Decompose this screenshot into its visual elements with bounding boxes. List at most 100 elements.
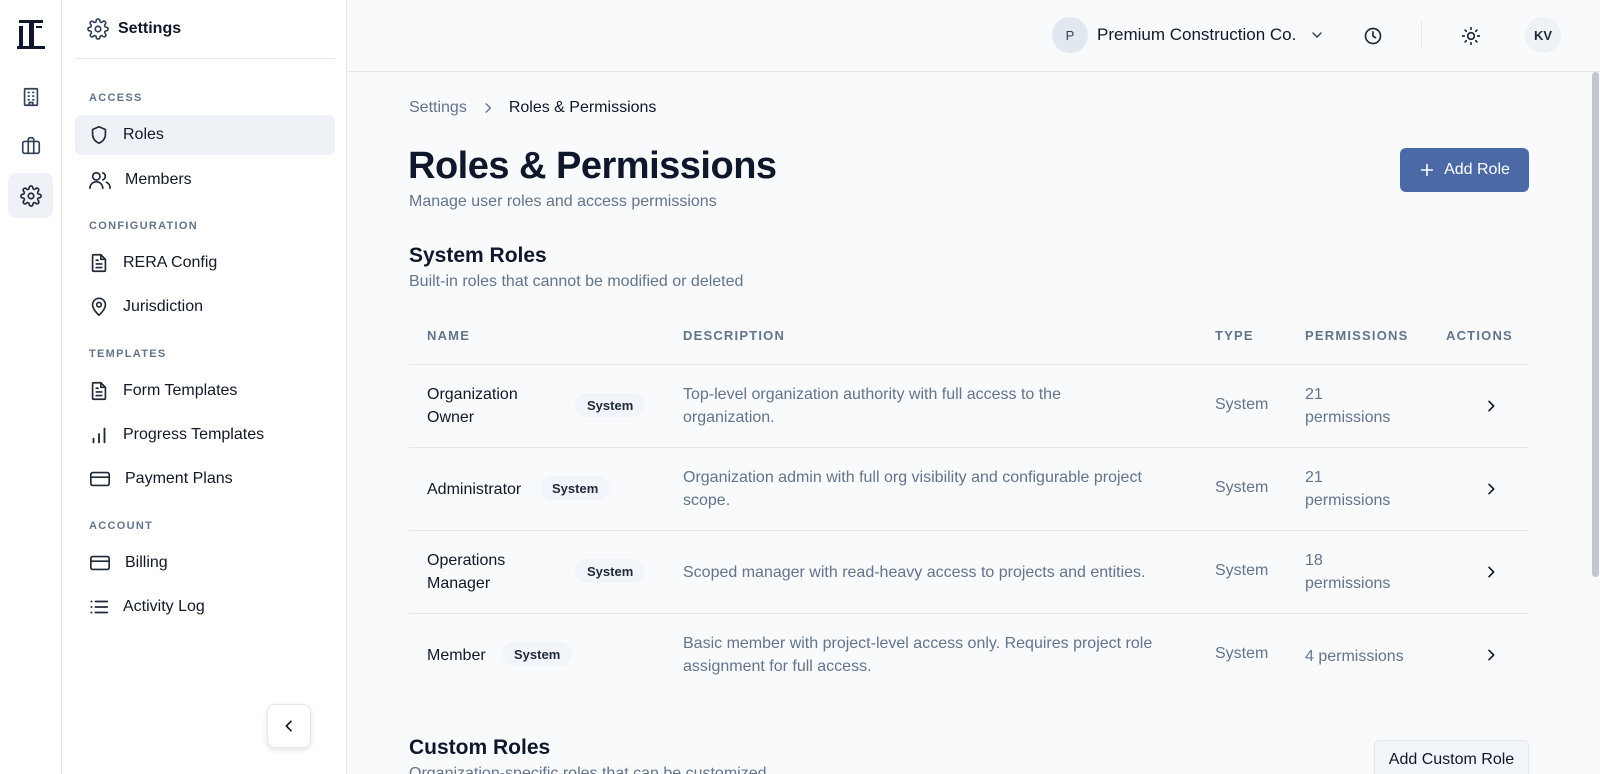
- icon-rail: [0, 0, 62, 774]
- add-role-button[interactable]: Add Role: [1400, 148, 1529, 192]
- role-description: Scoped manager with read-heavy access to…: [683, 564, 1146, 581]
- page-title: Roles & Permissions: [408, 145, 777, 187]
- add-custom-role-button[interactable]: Add Custom Role: [1374, 740, 1529, 774]
- breadcrumb-current: Roles & Permissions: [508, 99, 657, 116]
- role-description: Organization admin with full org visibil…: [683, 469, 1142, 509]
- add-role-label: Add Role: [1444, 161, 1510, 178]
- table-row: Administrator System Organization admin …: [409, 448, 1529, 531]
- theme-toggle-button[interactable]: [1455, 20, 1487, 52]
- main-scrollbar[interactable]: [1590, 72, 1600, 774]
- role-type: System: [1215, 396, 1269, 413]
- view-role-button[interactable]: [1479, 643, 1503, 667]
- table-row: Organization Owner System Top-level orga…: [409, 365, 1529, 448]
- sidebar-item-label: RERA Config: [123, 254, 218, 271]
- chevron-down-icon: [1312, 32, 1323, 38]
- role-permissions: 18 permissions: [1305, 552, 1391, 592]
- sidebar-item-members[interactable]: Members: [75, 160, 335, 200]
- briefcase-icon: [21, 136, 40, 154]
- system-badge: System: [575, 393, 646, 417]
- sidebar-item-jurisdiction[interactable]: Jurisdiction: [75, 287, 335, 327]
- plus-icon: [1420, 163, 1434, 177]
- view-role-button[interactable]: [1479, 394, 1503, 418]
- sidebar-item-roles[interactable]: Roles: [75, 115, 335, 155]
- table-row: Member System Basic member with project-…: [409, 614, 1529, 697]
- chevron-left-icon: [285, 720, 292, 732]
- breadcrumb-settings-link[interactable]: Settings: [409, 99, 467, 117]
- org-name: Premium Construction Co.: [1097, 25, 1297, 44]
- view-role-button[interactable]: [1479, 477, 1503, 501]
- chevron-right-icon: [1488, 483, 1495, 495]
- bar-chart-icon: [92, 427, 106, 444]
- organization-switcher[interactable]: P Premium Construction Co.: [1052, 17, 1325, 53]
- role-type: System: [1215, 645, 1269, 662]
- custom-roles-title: Custom Roles: [409, 736, 551, 759]
- document-icon: [91, 381, 107, 401]
- role-type: System: [1215, 479, 1269, 496]
- system-badge: System: [540, 476, 611, 500]
- column-header-actions: ACTIONS: [1446, 328, 1513, 343]
- rail-projects-button[interactable]: [8, 74, 53, 119]
- sidebar-item-payment-plans[interactable]: Payment Plans: [75, 459, 335, 499]
- chevron-right-icon: [1488, 649, 1495, 661]
- role-name: Organization Owner: [427, 386, 518, 426]
- sidebar-header: Settings: [75, 0, 335, 59]
- system-badge: System: [575, 559, 646, 583]
- scrollbar-thumb[interactable]: [1592, 72, 1599, 577]
- user-avatar[interactable]: KV: [1525, 17, 1561, 53]
- column-header-type: TYPE: [1215, 328, 1254, 343]
- sidebar-item-label: Members: [125, 171, 192, 188]
- sidebar-item-activity-log[interactable]: Activity Log: [75, 587, 335, 627]
- section-label-configuration: CONFIGURATION: [89, 220, 198, 232]
- sidebar-item-label: Progress Templates: [123, 426, 265, 443]
- credit-card-icon: [90, 471, 110, 487]
- view-role-button[interactable]: [1479, 560, 1503, 584]
- system-roles-subtitle: Built-in roles that cannot be modified o…: [409, 273, 744, 290]
- page-subtitle: Manage user roles and access permissions: [409, 193, 717, 210]
- settings-sidebar: Settings ACCESS Roles Members CONFIGURAT…: [62, 0, 347, 774]
- column-header-name: NAME: [427, 328, 471, 343]
- system-badge: System: [502, 642, 573, 666]
- role-permissions: 21 permissions: [1305, 386, 1391, 426]
- role-type: System: [1215, 562, 1269, 579]
- role-permissions: 4 permissions: [1305, 648, 1404, 665]
- app-logo[interactable]: [16, 18, 46, 50]
- role-permissions: 21 permissions: [1305, 469, 1391, 509]
- sidebar-item-label: Form Templates: [123, 382, 238, 399]
- role-description: Top-level organization authority with fu…: [683, 386, 1061, 426]
- credit-card-icon: [90, 555, 110, 571]
- clock-icon: [1364, 27, 1382, 45]
- sun-icon: [1461, 26, 1481, 46]
- top-bar: P Premium Construction Co. KV: [347, 0, 1600, 72]
- custom-roles-subtitle: Organization-specific roles that can be …: [409, 765, 767, 774]
- rail-settings-button[interactable]: [8, 173, 53, 218]
- role-name: Administrator: [427, 481, 522, 498]
- role-name: Member: [427, 647, 486, 664]
- sidebar-item-label: Roles: [123, 126, 164, 143]
- shield-icon: [91, 125, 107, 145]
- section-label-access: ACCESS: [89, 92, 143, 104]
- sidebar-item-form-templates[interactable]: Form Templates: [75, 371, 335, 411]
- breadcrumb: Settings Roles & Permissions: [409, 99, 656, 117]
- chevron-right-icon: [1488, 400, 1495, 412]
- gear-icon: [87, 18, 109, 40]
- collapse-sidebar-button[interactable]: [267, 704, 311, 748]
- header-divider: [1421, 21, 1422, 49]
- column-header-description: DESCRIPTION: [683, 328, 786, 343]
- history-button[interactable]: [1357, 20, 1389, 52]
- users-icon: [89, 171, 111, 190]
- rail-work-button[interactable]: [8, 123, 53, 168]
- sidebar-title: Settings: [118, 20, 182, 37]
- chevron-right-icon: [1488, 566, 1495, 578]
- sidebar-item-label: Jurisdiction: [123, 298, 204, 315]
- section-label-account: ACCOUNT: [89, 520, 154, 532]
- sidebar-item-progress-templates[interactable]: Progress Templates: [75, 415, 335, 455]
- gear-icon: [19, 184, 42, 207]
- sidebar-item-label: Billing: [125, 554, 168, 571]
- sidebar-item-label: Payment Plans: [125, 470, 233, 487]
- sidebar-item-billing[interactable]: Billing: [75, 543, 335, 583]
- table-row: Operations Manager System Scoped manager…: [409, 531, 1529, 614]
- map-pin-icon: [91, 297, 107, 317]
- role-description: Basic member with project-level access o…: [683, 635, 1153, 675]
- role-name: Operations Manager: [427, 552, 506, 592]
- sidebar-item-rera-config[interactable]: RERA Config: [75, 243, 335, 283]
